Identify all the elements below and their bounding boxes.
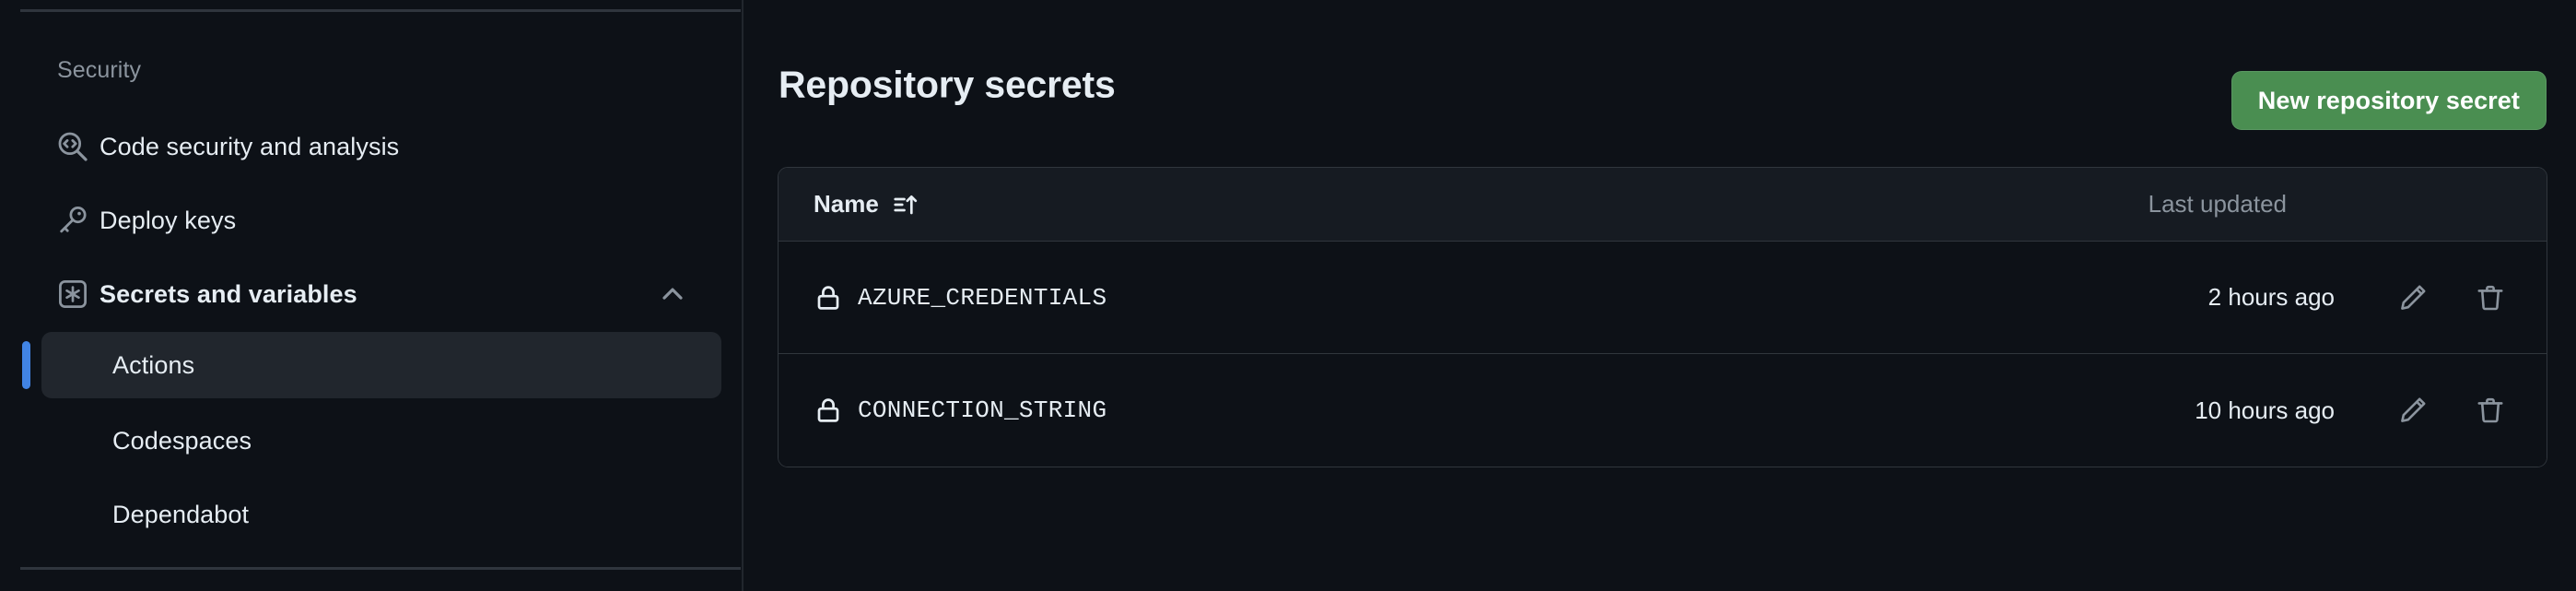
page-title: Repository secrets bbox=[779, 63, 1116, 106]
row-actions bbox=[2392, 389, 2512, 431]
sidebar-section-heading-security: Security bbox=[57, 57, 142, 83]
sidebar-item-label: Actions bbox=[112, 350, 195, 379]
sidebar-item-label: Codespaces bbox=[112, 426, 252, 455]
table-row[interactable]: AZURE_CREDENTIALS 2 hours ago bbox=[779, 242, 2547, 354]
sidebar-item-label: Secrets and variables bbox=[100, 279, 357, 308]
new-repository-secret-button[interactable]: New repository secret bbox=[2231, 71, 2547, 130]
secret-name: AZURE_CREDENTIALS bbox=[858, 283, 1107, 312]
asterisk-square-icon bbox=[57, 278, 100, 310]
pencil-icon[interactable] bbox=[2392, 389, 2434, 431]
sidebar-item-label: Deploy keys bbox=[100, 206, 237, 234]
pencil-icon[interactable] bbox=[2392, 277, 2434, 319]
column-header-name-label: Name bbox=[814, 190, 879, 218]
active-item-indicator bbox=[22, 341, 30, 389]
column-header-name: Name bbox=[814, 190, 919, 219]
settings-sidebar: Security Code security and analysis Depl… bbox=[0, 0, 743, 591]
sidebar-bottom-divider bbox=[20, 567, 741, 570]
trash-icon[interactable] bbox=[2469, 277, 2512, 319]
sidebar-item-deploy-keys[interactable]: Deploy keys bbox=[41, 194, 721, 247]
trash-icon[interactable] bbox=[2469, 389, 2512, 431]
settings-page: Security Code security and analysis Depl… bbox=[0, 0, 2576, 591]
sidebar-top-divider bbox=[20, 9, 741, 12]
sidebar-item-label: Dependabot bbox=[112, 500, 250, 528]
column-header-last-updated: Last updated bbox=[2148, 190, 2287, 218]
lock-icon bbox=[814, 396, 858, 425]
table-header-row: Name Last updated bbox=[779, 168, 2547, 242]
key-icon bbox=[57, 205, 100, 236]
code-scan-icon bbox=[57, 131, 100, 162]
sidebar-item-actions[interactable]: Actions bbox=[41, 332, 721, 398]
sidebar-item-code-security-and-analysis[interactable]: Code security and analysis bbox=[41, 120, 721, 173]
sidebar-item-dependabot[interactable]: Dependabot bbox=[41, 481, 721, 548]
repository-secrets-table: Name Last updated AZURE_CREDENTIALS 2 ho… bbox=[778, 167, 2547, 467]
sidebar-item-codespaces[interactable]: Codespaces bbox=[41, 408, 721, 474]
sidebar-item-label: Code security and analysis bbox=[100, 132, 400, 160]
row-actions bbox=[2392, 277, 2512, 319]
secret-name: CONNECTION_STRING bbox=[858, 396, 1107, 424]
main-content: Repository secrets New repository secret… bbox=[743, 0, 2576, 591]
lock-icon bbox=[814, 283, 858, 313]
sort-ascending-icon[interactable] bbox=[892, 191, 919, 219]
sidebar-item-secrets-and-variables[interactable]: Secrets and variables bbox=[41, 267, 721, 321]
chevron-up-icon[interactable] bbox=[659, 280, 686, 308]
secret-last-updated: 10 hours ago bbox=[2195, 396, 2335, 424]
secret-last-updated: 2 hours ago bbox=[2207, 283, 2335, 311]
table-row[interactable]: CONNECTION_STRING 10 hours ago bbox=[779, 354, 2547, 467]
